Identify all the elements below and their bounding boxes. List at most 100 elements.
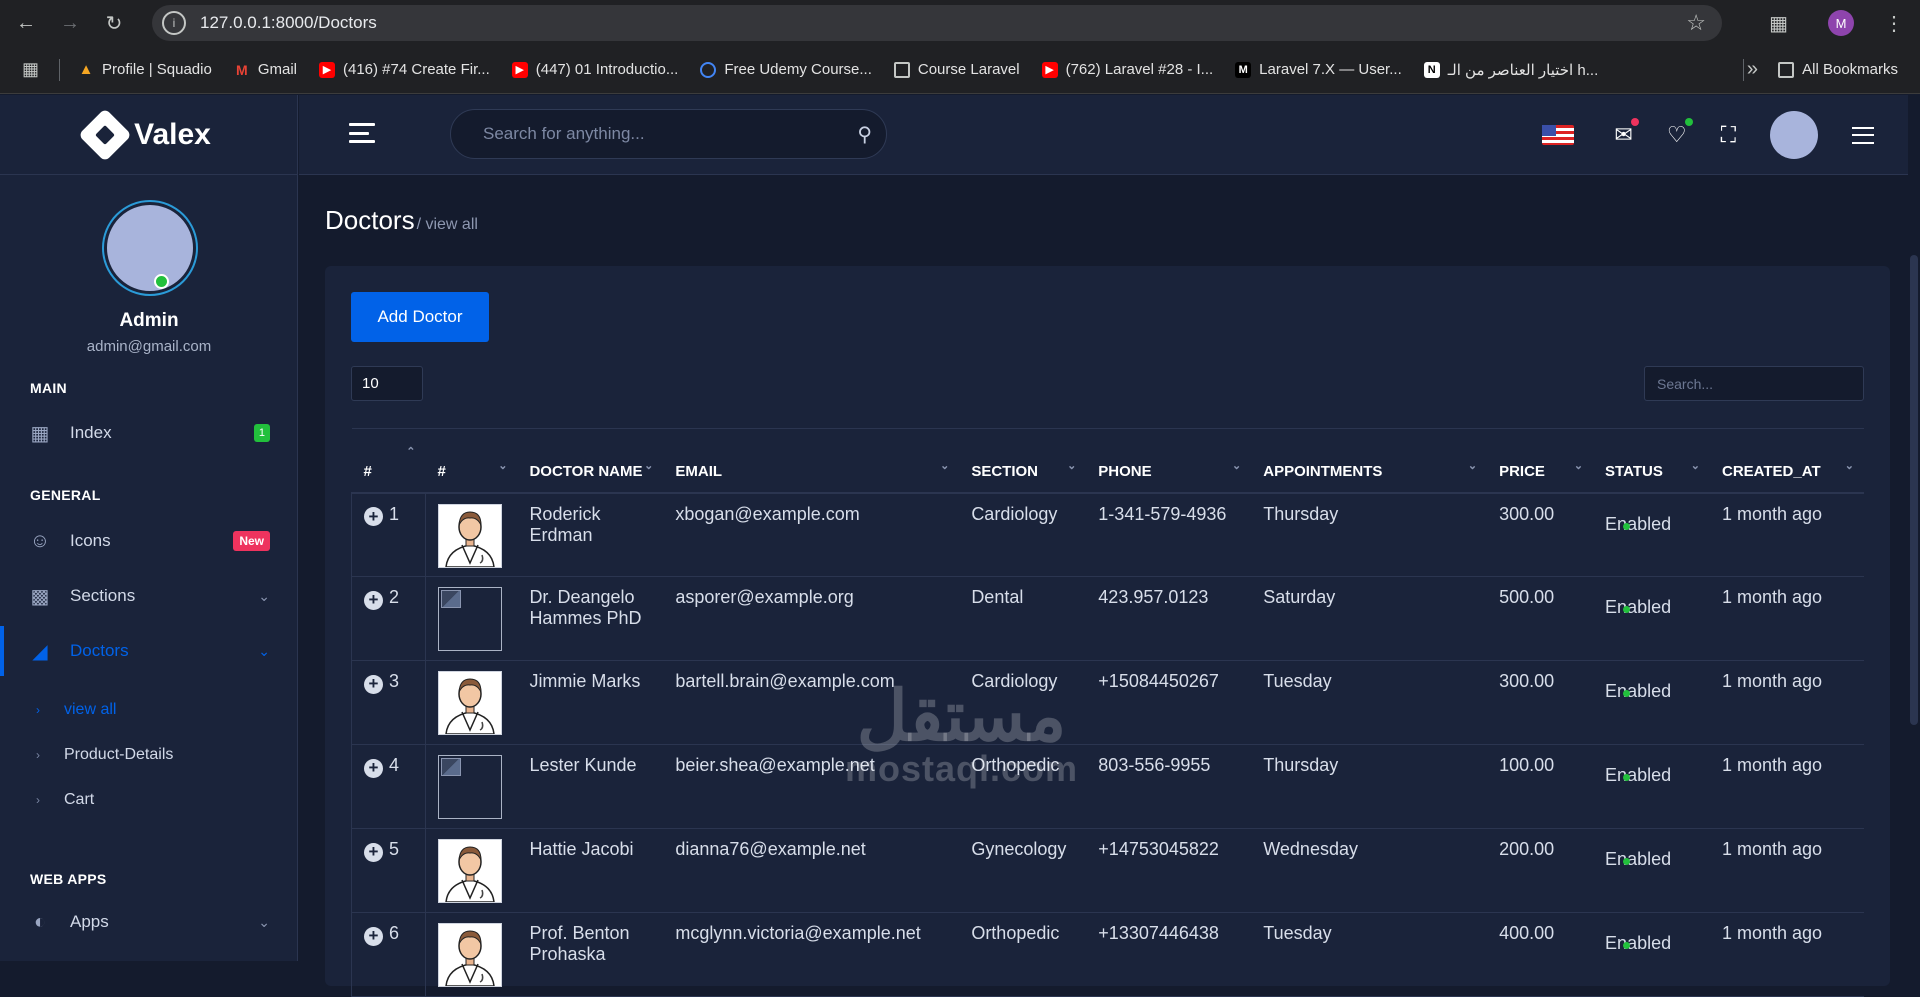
table-row[interactable]: +2 Dr. Deangelo Hammes PhD asporer@example… [351,576,1864,661]
youtube-icon: ▶ [511,61,528,78]
sidebar-item-doctors[interactable]: ◢ Doctors ⌄ [0,626,298,676]
chevron-down-icon: ⌄ [258,642,270,659]
status-dot-icon [1623,522,1631,530]
bookmark-item[interactable]: M Laravel 7.X — User... [1235,61,1402,78]
column-header[interactable]: # ⌃ [351,428,426,494]
column-header[interactable]: PRICE ⌄ [1487,428,1594,494]
status-cell: Enabled [1593,828,1710,913]
search-icon[interactable]: ⚲ [857,122,872,147]
doctor-name: Jimmie Marks [517,660,664,745]
chevron-down-icon: ⌄ [258,913,270,930]
address-bar[interactable]: i 127.0.0.1:8000/Doctors ☆ [152,5,1722,41]
sidebar-item-apps[interactable]: ◐ Apps ⌄ [0,897,298,947]
bookmark-item[interactable]: M Gmail [234,61,297,78]
doctor-phone: +13307446438 [1086,912,1252,997]
submenu-product-details[interactable]: › Product-Details [36,746,173,764]
reload-icon[interactable]: ↻ [96,5,132,41]
user-name: Admin [119,310,179,331]
submenu-cart[interactable]: › Cart [36,791,94,809]
mail-icon[interactable]: ✉ [1614,118,1639,148]
table-row[interactable]: +1 Roderick Erdman xbogan@example.com Cardi… [351,492,1864,577]
expand-row-icon[interactable]: + [364,842,383,862]
expand-row-icon[interactable]: + [364,926,383,946]
add-doctor-button[interactable]: Add Doctor [351,292,489,342]
column-header[interactable]: CREATED_AT ⌄ [1710,428,1864,494]
apps-grid-icon[interactable]: ▦ [22,59,39,80]
bookmark-star-icon[interactable]: ☆ [1686,10,1706,36]
column-header[interactable]: STATUS ⌄ [1593,428,1710,494]
page-length-select[interactable]: 10 [351,366,423,401]
doctor-created-at: 1 month ago [1710,828,1864,913]
bell-icon[interactable]: ♡ [1667,118,1693,148]
image-cell [425,660,518,745]
status-text: Enabled [1605,765,1672,785]
page-scrollbar[interactable] [1908,95,1920,961]
doctor-created-at: 1 month ago [1710,912,1864,997]
back-icon[interactable]: ← [8,5,44,41]
doctor-appointments: Saturday [1251,576,1488,661]
bookmark-item[interactable]: ▶ (762) Laravel #28 - I... [1041,61,1213,78]
column-header[interactable]: APPOINTMENTS ⌄ [1251,428,1488,494]
user-avatar[interactable] [104,202,196,294]
sort-icon: ⌄ [1232,459,1242,472]
sidebar: Valex Admin admin@gmail.com MAIN ▦ Index… [0,95,298,961]
column-header[interactable]: PHONE ⌄ [1086,428,1252,494]
page-title-text: Doctors [325,205,415,235]
column-header[interactable]: SECTION ⌄ [959,428,1087,494]
table-search-input[interactable] [1644,366,1864,401]
broken-image-icon [437,587,502,651]
submenu-view-all[interactable]: › view all [36,701,116,719]
row-number: 2 [389,587,400,607]
bookmark-item[interactable]: Free Udemy Course... [700,61,872,78]
browser-profile-avatar[interactable]: M [1828,10,1854,36]
bookmark-item[interactable]: ▲ Profile | Squadio [78,61,212,78]
status-text: Enabled [1605,597,1672,617]
bookmark-folder[interactable]: Course Laravel [893,61,1020,78]
fullscreen-icon[interactable]: ⛶ [1721,122,1736,148]
status-cell: Enabled [1593,912,1710,997]
sidebar-item-icons[interactable]: ☺ Icons New [0,516,298,566]
expand-row-icon[interactable]: + [364,674,383,694]
scrollbar-thumb[interactable] [1910,255,1918,725]
expand-row-icon[interactable]: + [364,758,383,778]
right-menu-icon[interactable] [1852,126,1874,144]
sidebar-item-sections[interactable]: ▩ Sections ⌄ [0,571,298,621]
column-header[interactable]: EMAIL ⌄ [663,428,960,494]
us-flag-icon[interactable] [1542,125,1575,145]
doctor-phone: +15084450267 [1086,660,1252,745]
extensions-icon[interactable]: ▦ [1769,11,1788,36]
expand-row-icon[interactable]: + [364,507,383,526]
table-row[interactable]: +6 Prof. Benton Prohaska mcglynn.victoria@… [351,912,1864,997]
forward-icon[interactable]: → [52,5,88,41]
dashboard-grid-icon: ▦ [30,422,50,445]
global-search-input[interactable] [481,123,831,145]
sidebar-item-label: Apps [70,912,109,931]
doctor-section: Gynecology [959,828,1087,913]
table-row[interactable]: +4 Lester Kunde beier.shea@example.net Orth… [351,744,1864,829]
bookmark-item[interactable]: ▶ (447) 01 Introductio... [511,61,678,78]
doctor-phone: +14753045822 [1086,828,1252,913]
url-text[interactable]: 127.0.0.1:8000/Doctors [200,13,377,33]
bookmarks-overflow-icon[interactable]: » [1747,58,1758,81]
all-bookmarks[interactable]: All Bookmarks [1778,61,1898,78]
doctor-appointments: Thursday [1251,492,1488,577]
header-avatar[interactable] [1770,111,1818,159]
sort-icon: ⌄ [1067,459,1077,472]
global-search[interactable]: ⚲ [450,109,887,159]
column-header[interactable]: # ⌄ [425,428,518,494]
doctor-created-at: 1 month ago [1710,576,1864,661]
site-info-icon[interactable]: i [162,11,186,35]
brand-logo[interactable]: Valex [0,95,297,175]
bookmark-item[interactable]: ▶ (416) #74 Create Fir... [319,61,490,78]
browser-menu-icon[interactable]: ⋮ [1884,11,1904,36]
sidebar-item-index[interactable]: ▦ Index 1 [0,408,298,458]
column-header[interactable]: DOCTOR NAME ⌄ [517,428,664,494]
folder-icon [893,61,910,78]
bookmark-item[interactable]: N اختيار العناصر من الـ h... [1423,61,1598,79]
table-row[interactable]: +5 Hattie Jacobi dianna76@example.net Gynec… [351,828,1864,913]
table-row[interactable]: +3 Jimmie Marks bartell.brain@example.com C… [351,660,1864,745]
chevron-down-icon: ⌄ [258,587,270,604]
expand-row-icon[interactable]: + [364,590,383,610]
sidebar-toggle-icon[interactable] [349,123,375,143]
column-header-label: CREATED_AT [1722,462,1821,480]
